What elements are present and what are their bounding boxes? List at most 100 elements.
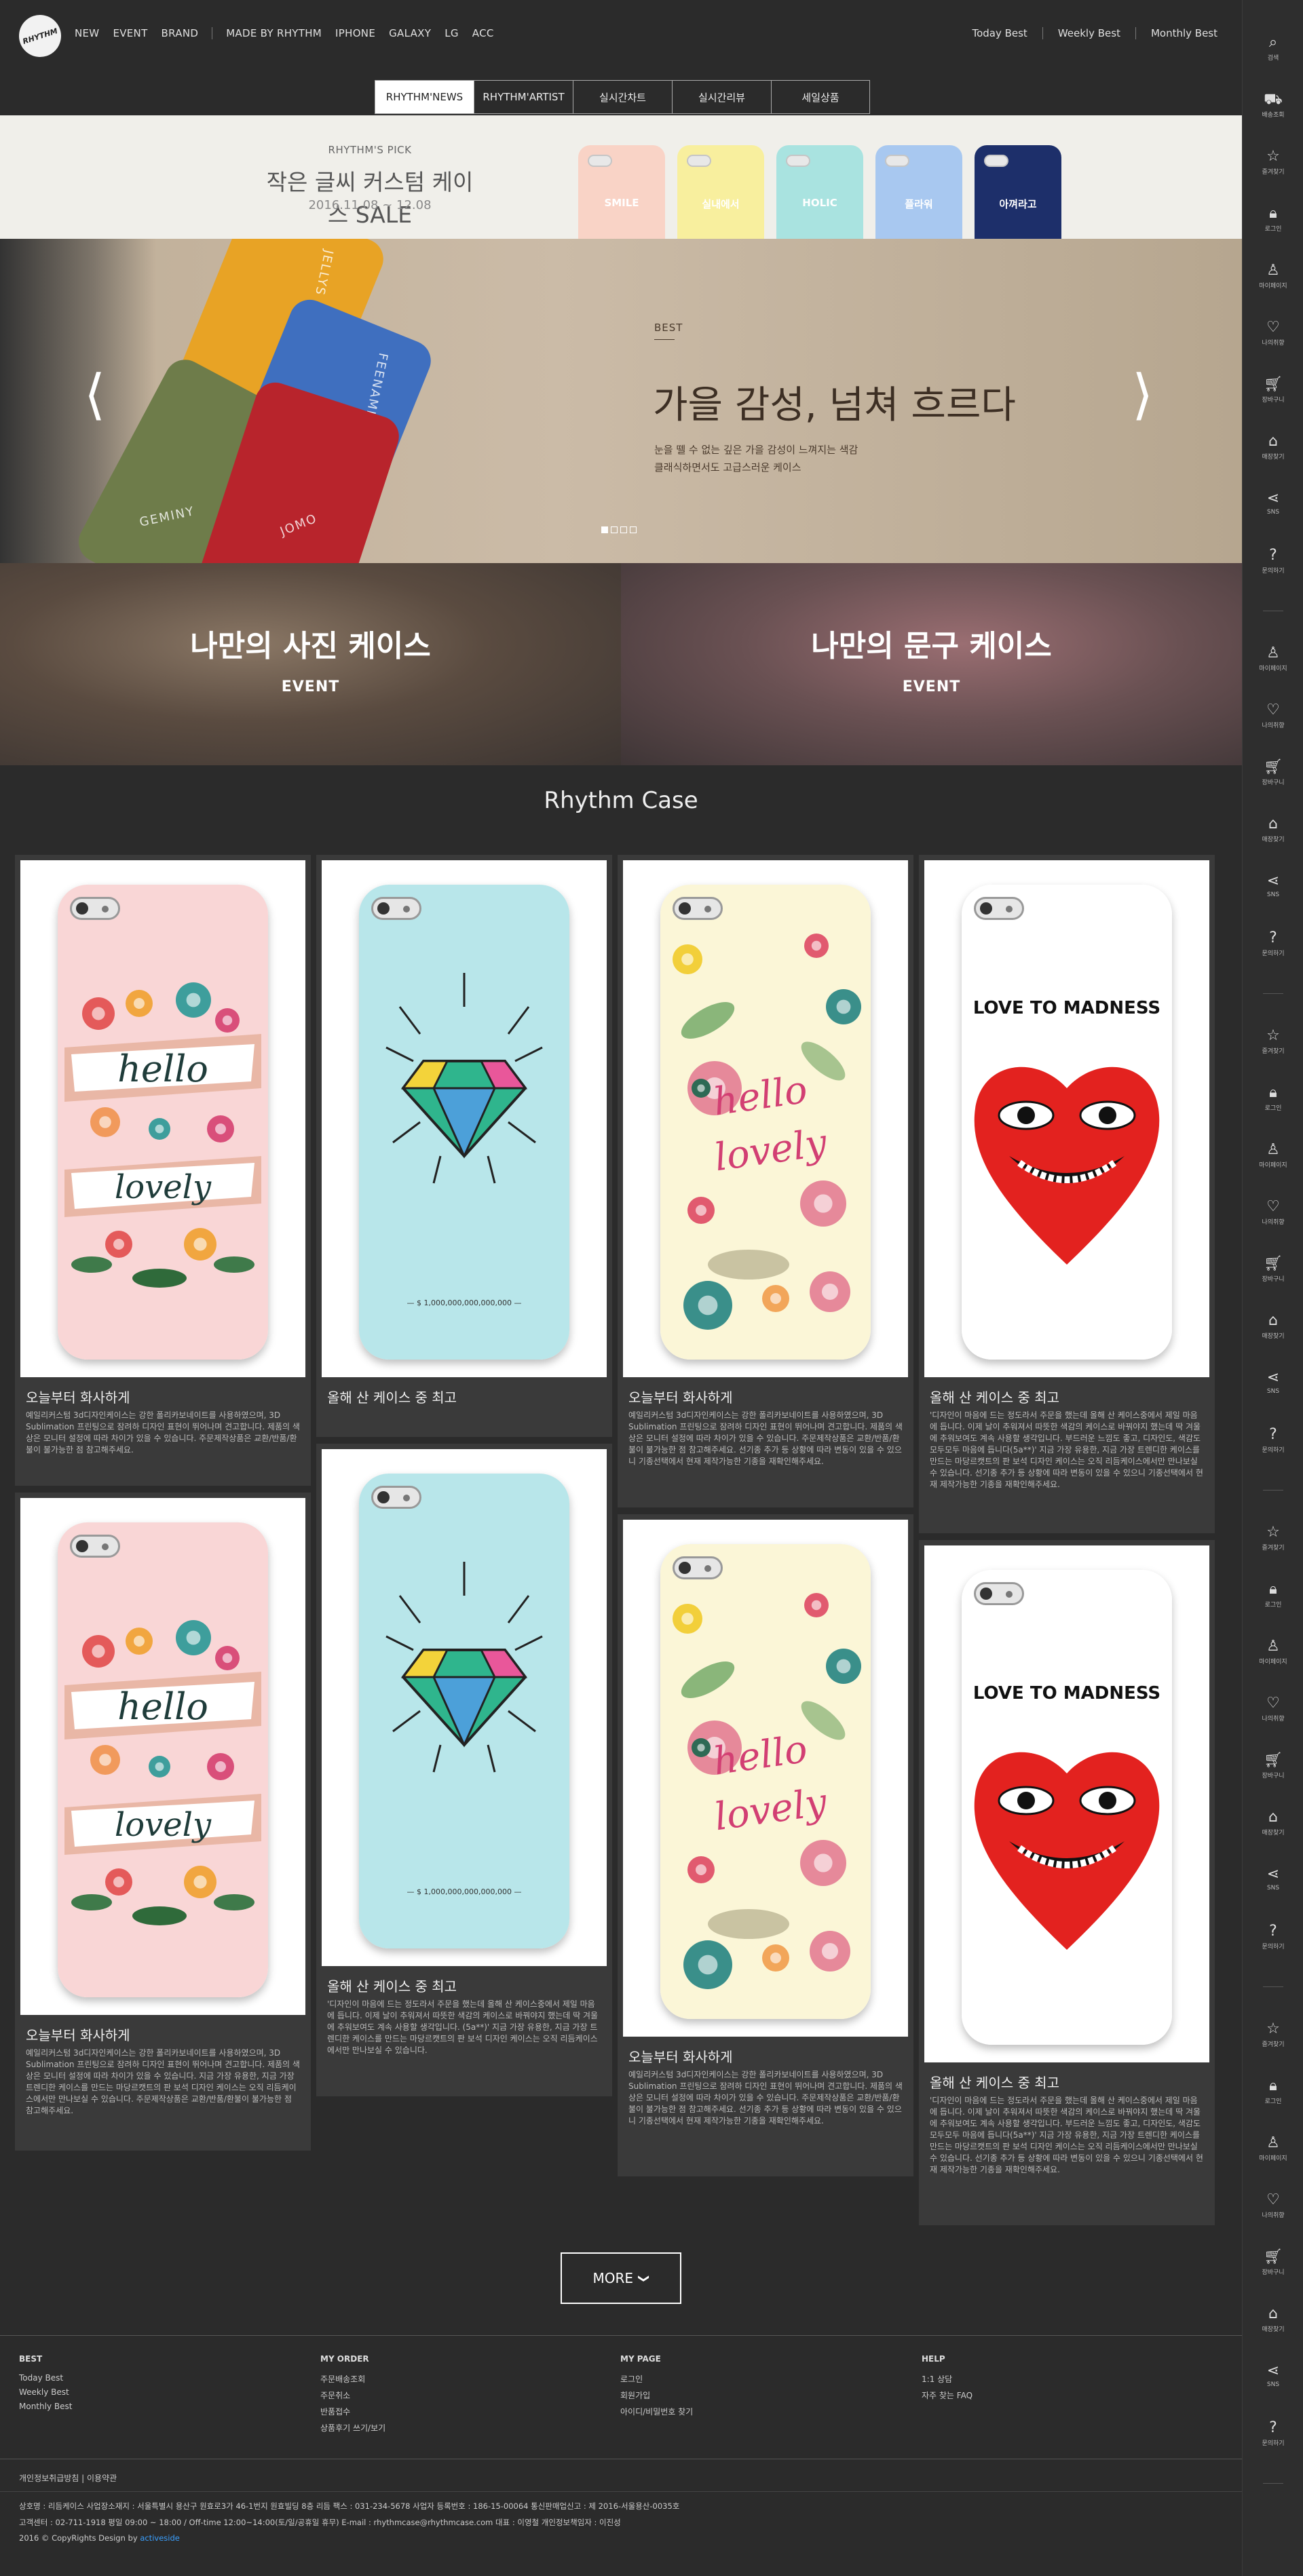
footer-link[interactable]: 주문배송조회	[320, 2373, 385, 2385]
tab-sale-items[interactable]: 세일상품	[771, 80, 870, 114]
product-title[interactable]: 올해 산 케이스 중 최고	[930, 1387, 1059, 1406]
sidebar-item-share[interactable]: ⋖ SNS	[1243, 2362, 1303, 2388]
sidebar-item-lock[interactable]: 🔒︎ 로그인	[1243, 2077, 1303, 2105]
product-image[interactable]: hello lovely	[20, 860, 305, 1377]
next-arrow-icon[interactable]: ⟩	[1132, 368, 1153, 422]
sidebar-item-help[interactable]: ? 문의하기	[1243, 2419, 1303, 2447]
product-title[interactable]: 올해 산 케이스 중 최고	[327, 1387, 457, 1406]
sidebar-item-store[interactable]: ⌂ 매장찾기	[1243, 1312, 1303, 1340]
nav-iphone[interactable]: IPHONE	[335, 27, 375, 39]
product-image[interactable]: — $ 1,000,000,000,000,000 —	[322, 1449, 607, 1966]
nav-brand[interactable]: BRAND	[162, 27, 199, 39]
nav-event[interactable]: EVENT	[113, 27, 147, 39]
sidebar-item-cart[interactable]: 🛒︎ 장바구니	[1243, 376, 1303, 404]
sidebar-item-share[interactable]: ⋖ SNS	[1243, 1369, 1303, 1395]
tab-rhythm-artist[interactable]: RHYTHM'ARTIST	[474, 80, 573, 114]
product-image[interactable]: hello lovely	[623, 1520, 908, 2037]
sidebar-item-help[interactable]: ? 문의하기	[1243, 1426, 1303, 1454]
sidebar-item-help[interactable]: ? 문의하기	[1243, 547, 1303, 575]
designer-link[interactable]: activeside	[140, 2533, 180, 2543]
footer-link[interactable]: 상품후기 쓰기/보기	[320, 2422, 385, 2434]
footer-link[interactable]: 주문취소	[320, 2389, 385, 2401]
footer-link[interactable]: Monthly Best	[19, 2402, 72, 2411]
sidebar-item-lock[interactable]: 🔒︎ 로그인	[1243, 1581, 1303, 1609]
product-title[interactable]: 오늘부터 화사하게	[26, 2024, 130, 2044]
sidebar-item-heart[interactable]: ♡ 나의취향	[1243, 701, 1303, 729]
tab-rhythm-news[interactable]: RHYTHM'NEWS	[375, 80, 474, 114]
sidebar-item-lock[interactable]: 🔒︎ 로그인	[1243, 205, 1303, 233]
nav-acc[interactable]: ACC	[472, 27, 494, 39]
sidebar-item-store[interactable]: ⌂ 매장찾기	[1243, 433, 1303, 461]
sidebar-item-heart[interactable]: ♡ 나의취향	[1243, 319, 1303, 347]
product-card[interactable]: — $ 1,000,000,000,000,000 — 올해 산 케이스 중 최…	[316, 855, 612, 1437]
product-title[interactable]: 오늘부터 화사하게	[26, 1387, 130, 1406]
product-title[interactable]: 올해 산 케이스 중 최고	[930, 2072, 1059, 2092]
sidebar-item-user[interactable]: ♙ 마이페이지	[1243, 645, 1303, 672]
slider-dot[interactable]	[620, 526, 627, 533]
product-card[interactable]: hello lovely 오늘부터 화사하게 예일리커스텀 3d디자인케이스는 강…	[618, 1514, 913, 2176]
sidebar-item-help[interactable]: ? 문의하기	[1243, 1923, 1303, 1950]
sidebar-item-help[interactable]: ? 문의하기	[1243, 929, 1303, 957]
footer-link[interactable]: 아이디/비밀번호 찾기	[620, 2406, 693, 2417]
product-card[interactable]: hello lovely 오늘부터 화사하게 예일리커스텀 3d디자인케이스는 강…	[15, 855, 311, 1486]
sidebar-item-share[interactable]: ⋖ SNS	[1243, 490, 1303, 516]
product-title[interactable]: 오늘부터 화사하게	[628, 2046, 733, 2066]
sidebar-item-store[interactable]: ⌂ 매장찾기	[1243, 815, 1303, 843]
promo-case[interactable]: 아껴라고	[975, 145, 1061, 240]
footer-link[interactable]: 자주 찾는 FAQ	[922, 2389, 972, 2401]
event-banner-photo[interactable]: 나만의 사진 케이스 EVENT	[0, 563, 621, 765]
footer-link[interactable]: 로그인	[620, 2373, 693, 2385]
promo-case[interactable]: SMILE	[578, 145, 665, 240]
nav-monthly-best[interactable]: Monthly Best	[1151, 27, 1217, 39]
hero-slider[interactable]: JELLYS FEENAMI GEMINY JOMO ⟨ ⟩ BEST 가을 감…	[0, 239, 1242, 563]
slider-dot[interactable]	[630, 526, 637, 533]
nav-made-by-rhythm[interactable]: MADE BY RHYTHM	[226, 27, 322, 39]
slider-dot[interactable]	[611, 526, 618, 533]
promo-banner[interactable]: RHYTHM'S PICK 작은 글씨 커스텀 케이스 SALE 2016.11…	[0, 115, 1242, 240]
policy-links[interactable]: 개인정보취급방침 | 이용약관	[19, 2472, 117, 2484]
product-card[interactable]: — $ 1,000,000,000,000,000 — 올해 산 케이스 중 최…	[316, 1444, 612, 2096]
sidebar-item-star[interactable]: ☆ 즐겨찾기	[1243, 1027, 1303, 1055]
sidebar-item-star[interactable]: ☆ 즐겨찾기	[1243, 1524, 1303, 1552]
sidebar-item-user[interactable]: ♙ 마이페이지	[1243, 1638, 1303, 1666]
sidebar-item-share[interactable]: ⋖ SNS	[1243, 872, 1303, 898]
promo-case[interactable]: HOLIC	[776, 145, 863, 240]
prev-arrow-icon[interactable]: ⟨	[84, 368, 105, 422]
sidebar-item-heart[interactable]: ♡ 나의취향	[1243, 1695, 1303, 1723]
sidebar-item-store[interactable]: ⌂ 매장찾기	[1243, 1809, 1303, 1837]
nav-galaxy[interactable]: GALAXY	[389, 27, 431, 39]
product-card[interactable]: hello lovely 오늘부터 화사하게 예일리커스텀 3d디자인케이스는 강…	[15, 1493, 311, 2151]
sidebar-item-cart[interactable]: 🛒︎ 장바구니	[1243, 1752, 1303, 1780]
footer-link[interactable]: 1:1 상담	[922, 2373, 972, 2385]
promo-case[interactable]: 실내에서	[677, 145, 764, 240]
footer-link[interactable]: Today Best	[19, 2373, 72, 2383]
footer-link[interactable]: 반품접수	[320, 2406, 385, 2417]
sidebar-item-heart[interactable]: ♡ 나의취향	[1243, 1198, 1303, 1226]
footer-link[interactable]: 회원가입	[620, 2389, 693, 2401]
footer-link[interactable]: Weekly Best	[19, 2387, 72, 2397]
promo-case[interactable]: 플라워	[875, 145, 962, 240]
site-logo[interactable]: RHYTHM	[13, 9, 67, 63]
slider-dot[interactable]	[601, 526, 608, 533]
sidebar-item-cart[interactable]: 🛒︎ 장바구니	[1243, 1255, 1303, 1283]
sidebar-item-user[interactable]: ♙ 마이페이지	[1243, 262, 1303, 290]
event-banner-text[interactable]: 나만의 문구 케이스 EVENT	[621, 563, 1242, 765]
sidebar-item-search[interactable]: ⌕ 검색	[1243, 34, 1303, 62]
nav-weekly-best[interactable]: Weekly Best	[1058, 27, 1120, 39]
more-button[interactable]: MORE ❯	[561, 2252, 681, 2304]
nav-new[interactable]: NEW	[75, 27, 99, 39]
sidebar-item-store[interactable]: ⌂ 매장찾기	[1243, 2305, 1303, 2333]
tab-realtime-chart[interactable]: 실시간차트	[573, 80, 672, 114]
tab-realtime-review[interactable]: 실시간리뷰	[672, 80, 771, 114]
sidebar-item-star[interactable]: ☆ 즐겨찾기	[1243, 2020, 1303, 2048]
product-card[interactable]: LOVE TO MADNESS 올해 산 케이스 중 최고 '디자인이 마음에 드…	[919, 855, 1215, 1533]
sidebar-item-star[interactable]: ☆ 즐겨찾기	[1243, 148, 1303, 176]
sidebar-item-cart[interactable]: 🛒︎ 장바구니	[1243, 2248, 1303, 2276]
nav-today-best[interactable]: Today Best	[972, 27, 1027, 39]
sidebar-item-heart[interactable]: ♡ 나의취향	[1243, 2191, 1303, 2219]
product-title[interactable]: 오늘부터 화사하게	[628, 1387, 733, 1406]
product-image[interactable]: — $ 1,000,000,000,000,000 —	[322, 860, 607, 1377]
product-image[interactable]: hello lovely	[623, 860, 908, 1377]
sidebar-item-lock[interactable]: 🔒︎ 로그인	[1243, 1084, 1303, 1112]
sidebar-item-user[interactable]: ♙ 마이페이지	[1243, 1141, 1303, 1169]
